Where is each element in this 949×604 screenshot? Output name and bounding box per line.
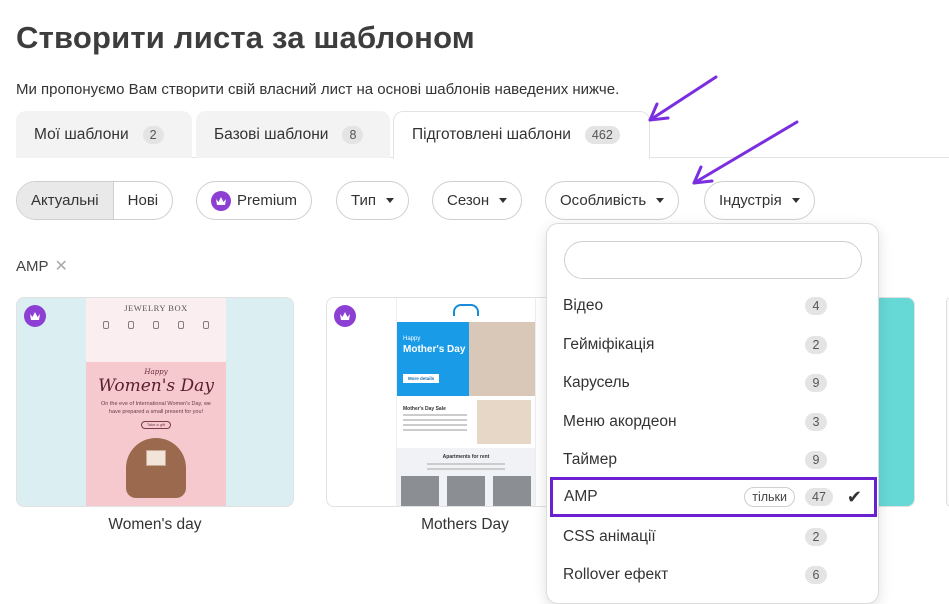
option-label: CSS анімації <box>563 528 656 545</box>
tab-label: Мої шаблони <box>34 125 129 143</box>
feature-option-accordion-menu[interactable]: Меню акордеон 3 <box>563 407 827 437</box>
caret-down-icon <box>656 198 665 203</box>
feature-options-list: Відео 4 Гейміфікація 2 Карусель 9 Меню а… <box>546 223 879 604</box>
industry-filter-dropdown[interactable]: Індустрія <box>704 181 815 220</box>
feature-option-rollover-effect[interactable]: Rollover ефект 6 <box>563 560 827 590</box>
card-caption: Women's day <box>108 516 202 533</box>
feature-option-amp[interactable]: AMP тільки 47 ✔ <box>550 477 877 517</box>
premium-crown-icon <box>334 305 356 327</box>
remove-filter-icon[interactable]: ✕ <box>55 256 68 276</box>
checkmark-icon: ✔ <box>846 486 862 507</box>
option-label: Гейміфікація <box>563 336 655 353</box>
option-count: 6 <box>805 566 827 584</box>
tab-basic-templates[interactable]: Базові шаблони 8 <box>196 111 390 158</box>
template-card-womens-day[interactable]: JEWELRY BOX Happy Women's Day On the eve… <box>16 297 294 507</box>
preview-happy: Happy <box>403 336 421 342</box>
option-count: 4 <box>805 297 827 315</box>
preview-nav-icons <box>86 313 226 329</box>
preview-sale-title: Mother's Day Sale <box>403 406 446 412</box>
type-filter-dropdown[interactable]: Тип <box>336 181 410 220</box>
flowers-photo <box>477 400 531 444</box>
option-count: 9 <box>805 374 827 392</box>
template-preview: JEWELRY BOX Happy Women's Day On the eve… <box>86 298 226 506</box>
feature-option-timer[interactable]: Таймер 9 <box>563 445 827 475</box>
sort-segmented-control: Актуальні Нові <box>16 181 174 220</box>
preview-button: Take a gift <box>141 421 171 430</box>
option-count: 3 <box>805 413 827 431</box>
preview-headline: Mother's Day <box>403 344 466 355</box>
option-count: 47 <box>805 488 833 506</box>
tab-count-badge: 2 <box>142 125 164 144</box>
option-label: Карусель <box>563 374 630 391</box>
option-label: Rollover ефект <box>563 566 669 583</box>
tab-prepared-templates[interactable]: Підготовлені шаблони 462 <box>393 111 650 159</box>
premium-label: Premium <box>237 192 298 209</box>
preview-logo <box>397 298 535 322</box>
arrow-to-feature-filter <box>692 120 799 185</box>
preview-button: More details <box>403 374 440 383</box>
feature-option-gamification[interactable]: Гейміфікація 2 <box>563 330 827 360</box>
preview-happy: Happy <box>144 368 168 376</box>
premium-crown-icon <box>24 305 46 327</box>
option-count: 9 <box>805 451 827 469</box>
industry-label: Індустрія <box>719 192 782 209</box>
segment-current[interactable]: Актуальні <box>17 182 114 219</box>
active-filter-label: AMP <box>16 257 49 275</box>
active-filter-tag: AMP ✕ <box>16 256 68 276</box>
tab-label: Базові шаблони <box>214 125 329 143</box>
gift-image <box>146 450 166 466</box>
preview-body: On the eve of International Women's Day,… <box>101 401 211 415</box>
segment-new[interactable]: Нові <box>114 182 172 219</box>
feature-option-carousel[interactable]: Карусель 9 <box>563 368 827 398</box>
type-label: Тип <box>351 192 377 209</box>
page-title: Створити листа за шаблоном <box>16 20 475 55</box>
option-count: 2 <box>805 528 827 546</box>
feature-option-css-animation[interactable]: CSS анімації 2 <box>563 522 827 552</box>
page-subtitle: Ми пропонуємо Вам створити свій власний … <box>16 81 620 98</box>
caret-down-icon <box>386 198 395 203</box>
caret-down-icon <box>791 198 800 203</box>
preview-headline: Women's Day <box>98 376 214 396</box>
mother-photo <box>469 322 535 396</box>
template-preview: Happy Mother's Day More details Mother's… <box>396 298 536 506</box>
preview-rent-title: Apartments for rent <box>442 454 490 460</box>
only-toggle-button[interactable]: тільки <box>744 487 795 507</box>
feature-label: Особливість <box>560 192 647 209</box>
tab-my-templates[interactable]: Мої шаблони 2 <box>16 111 192 158</box>
option-label: Таймер <box>563 451 617 468</box>
crown-icon <box>211 190 231 211</box>
option-count: 2 <box>805 336 827 354</box>
preview-brand: JEWELRY BOX <box>124 303 188 313</box>
option-label: Відео <box>563 297 604 314</box>
hands-image <box>126 438 186 498</box>
tab-count-badge: 462 <box>584 126 620 144</box>
tab-count-badge: 8 <box>342 125 364 144</box>
season-filter-dropdown[interactable]: Сезон <box>432 181 523 220</box>
caret-down-icon <box>499 198 508 203</box>
feature-filter-dropdown[interactable]: Особливість <box>545 181 680 220</box>
tab-label: Підготовлені шаблони <box>412 126 571 143</box>
option-label: Меню акордеон <box>563 413 677 430</box>
feature-option-video[interactable]: Відео 4 <box>563 291 827 321</box>
arrow-to-prepared-tab <box>648 75 718 122</box>
season-label: Сезон <box>447 192 490 209</box>
premium-filter-button[interactable]: Premium <box>196 181 313 220</box>
option-label: AMP <box>564 488 598 505</box>
